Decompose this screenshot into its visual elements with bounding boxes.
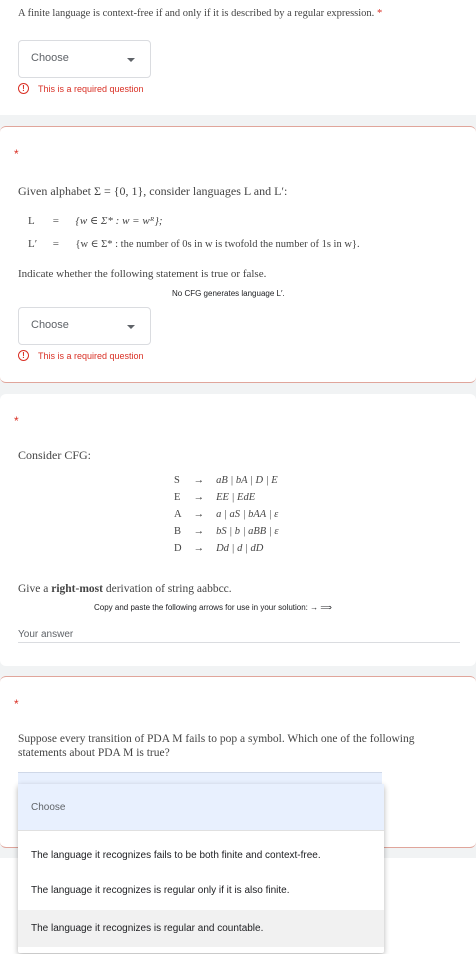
question-card-1: A finite language is context-free if and…	[0, 0, 476, 115]
error-text: This is a required question	[38, 83, 144, 94]
select-label: Choose	[31, 52, 69, 64]
dropdown-option-choose[interactable]: Choose	[18, 784, 384, 831]
select-label: Choose	[31, 319, 69, 331]
error-text: This is a required question	[38, 350, 144, 361]
question-1-label: A finite language is context-free if and…	[18, 8, 375, 19]
language-L-name: L	[28, 215, 35, 227]
prompt-text: derivation of string aabbcc.	[102, 583, 232, 595]
arrow-icon: →	[193, 526, 205, 537]
grammar-rule: B → bS | b | aBB | ε	[168, 523, 284, 540]
question-card-3: * Consider CFG: S → aB | bA | D | E E → EE |…	[0, 394, 476, 666]
question-2-select[interactable]: Choose	[18, 307, 151, 345]
dropdown-caret-icon	[127, 58, 135, 62]
grammar-rule: D → Dd | d | dD	[168, 540, 284, 557]
rule-rhs: bS | b | aBB | ε	[216, 526, 279, 537]
answer-placeholder: Your answer	[18, 629, 74, 640]
arrow-icon: →	[193, 492, 205, 503]
required-error: ! This is a required question	[18, 350, 144, 361]
language-Lprime-definition: {w ∈ Σ* : the number of 0s in w is twofo…	[75, 239, 360, 250]
copy-arrows-note: Copy and paste the following arrows for …	[94, 603, 332, 612]
rule-lhs: S	[174, 475, 180, 486]
option-label: The language it recognizes fails to be b…	[31, 850, 321, 861]
error-icon: !	[18, 83, 29, 94]
rule-lhs: E	[174, 492, 181, 503]
equals-sign: =	[52, 215, 59, 227]
rule-lhs: B	[174, 526, 182, 537]
question-1-text: A finite language is context-free if and…	[18, 8, 382, 19]
rule-rhs: a | aS | bAA | ε	[216, 509, 279, 520]
dropdown-option-2[interactable]: The language it recognizes is regular on…	[18, 876, 384, 906]
prompt-text: Give a	[18, 583, 52, 595]
rule-lhs: A	[174, 509, 182, 520]
error-icon: !	[18, 350, 29, 361]
required-error: ! This is a required question	[18, 83, 144, 94]
question-4-dropdown-menu: Choose The language it recognizes fails …	[18, 784, 384, 953]
question-1-select[interactable]: Choose	[18, 40, 151, 78]
rule-lhs: D	[174, 543, 182, 554]
required-star: *	[376, 8, 383, 19]
dropdown-option-1[interactable]: The language it recognizes fails to be b…	[18, 841, 384, 871]
rule-rhs: Dd | d | dD	[216, 543, 264, 554]
rule-rhs: EE | EdE	[216, 492, 256, 503]
prompt-emphasis: right-most	[51, 583, 103, 595]
grammar-rule: E → EE | EdE	[168, 489, 284, 506]
option-label: The language it recognizes is regular on…	[31, 885, 290, 896]
question-3-prompt: Give a right-most derivation of string a…	[18, 583, 232, 595]
question-2-statement: No CFG generates language L′.	[172, 289, 285, 298]
question-3-intro: Consider CFG:	[18, 448, 92, 462]
dropdown-caret-icon	[127, 325, 135, 329]
grammar-rules: S → aB | bA | D | E E → EE | EdE A → a | aS | …	[168, 472, 284, 557]
arrow-icon: →	[193, 509, 205, 520]
required-star: *	[14, 147, 19, 161]
grammar-rule: A → a | aS | bAA | ε	[168, 506, 284, 523]
answer-input[interactable]: Your answer	[18, 624, 460, 643]
question-4-text: Suppose every transition of PDA M fails …	[18, 733, 415, 759]
question-card-2: * Given alphabet Σ = {0, 1}, consider la…	[0, 126, 476, 383]
question-2-intro: Given alphabet Σ = {0, 1}, consider lang…	[18, 184, 288, 198]
language-Lprime-name: L′	[28, 238, 38, 250]
grammar-rule: S → aB | bA | D | E	[168, 472, 284, 489]
option-label: The language it recognizes is regular an…	[31, 923, 264, 934]
dropdown-option-3[interactable]: The language it recognizes is regular an…	[18, 910, 384, 947]
equals-sign: =	[52, 238, 59, 250]
language-definitions: L = {w ∈ Σ* : w = wᴿ}; L′ = {w ∈ Σ* : th…	[28, 214, 468, 258]
question-2-instruction: Indicate whether the following statement…	[18, 268, 267, 280]
required-star: *	[14, 414, 19, 428]
arrow-icon: →	[193, 543, 205, 554]
arrow-icon: →	[193, 475, 205, 486]
option-label: Choose	[31, 802, 66, 813]
rule-rhs: aB | bA | D | E	[216, 475, 278, 486]
language-L-definition: {w ∈ Σ* : w = wᴿ};	[75, 215, 163, 227]
required-star: *	[14, 697, 19, 711]
